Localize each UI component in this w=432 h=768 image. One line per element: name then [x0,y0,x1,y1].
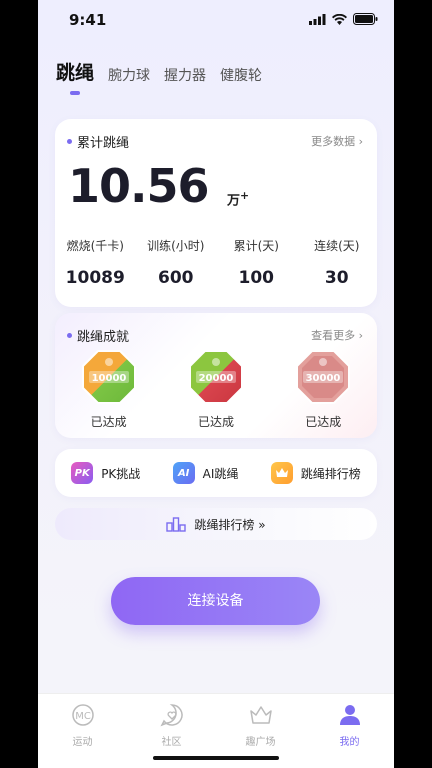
active-tab-indicator [70,91,80,95]
ranking-button[interactable]: 跳绳排行榜 [270,462,361,484]
community-icon [159,704,183,727]
stat-value: 100 [238,268,275,288]
badge-10000[interactable]: 10000 已达成 [64,349,154,430]
badge-status: 已达成 [90,415,127,429]
total-unit-text: 万 [227,193,241,209]
feature-row: PK PK挑战 AI AI跳绳 跳绳排行榜 [55,449,377,497]
svg-text:MC: MC [75,711,91,722]
connect-device-button[interactable]: 连接设备 [111,577,320,625]
ranking-banner-label: 跳绳排行榜 » [194,517,266,532]
ai-icon: AI [172,462,195,484]
badge-status: 已达成 [197,415,234,429]
summary-title: 累计跳绳 [67,132,129,151]
stat-total-days: 累计(天) 100 [216,237,297,288]
stats-row: 燃烧(千卡) 10089 训练(小时) 600 累计(天) 100 连续(天) … [55,237,377,288]
profile-icon [339,705,360,725]
nav-profile[interactable]: 我的 [305,694,394,768]
badge-list: 10000 已达成 20000 已达成 30000 已达成 [55,349,377,430]
more-data-label: 更多数据 [311,135,356,148]
tab-grip[interactable]: 握力器 [164,65,206,85]
battery-icon [353,13,378,25]
ranking-banner[interactable]: 跳绳排行榜 » [55,508,377,540]
achievements-title: 跳绳成就 [67,326,129,345]
stat-value: 30 [324,268,349,288]
badge-number: 20000 [199,373,234,384]
badge-status: 已达成 [305,415,342,429]
achievements-title-text: 跳绳成就 [77,330,130,345]
nav-community-label: 社区 [161,737,182,748]
category-tabs: 跳绳 腕力球 握力器 健腹轮 [56,58,262,85]
stat-value: 600 [158,268,194,288]
chevron-right-icon: › [358,329,363,342]
title-dot [67,333,72,338]
podium-icon [166,517,187,532]
stat-calories: 燃烧(千卡) 10089 [55,237,136,288]
home-indicator[interactable] [153,756,279,760]
app-screen: 9:41 跳绳 腕力球 握力器 健腹轮 累计跳绳 更多数据 › 10.56 万+… [38,0,394,768]
view-more-label: 查看更多 [311,329,356,342]
tab-jump-rope[interactable]: 跳绳 [56,58,94,85]
status-bar: 9:41 [38,0,394,40]
tab-wrist-ball[interactable]: 腕力球 [108,65,150,85]
achievements-card: 跳绳成就 查看更多 › 10000 已达成 20000 已达成 30000 已达… [55,313,377,438]
badge-number: 30000 [306,373,341,384]
stat-label: 累计(天) [233,239,279,253]
nav-sport-label: 运动 [72,737,93,748]
signal-icon [309,13,326,25]
title-dot [67,139,72,144]
status-icons [309,13,378,25]
stat-label: 训练(小时) [147,239,205,253]
octagon-medal-icon: 10000 [81,350,136,404]
tab-ab-wheel[interactable]: 健腹轮 [220,65,262,85]
crown-icon [270,462,293,484]
nav-profile-label: 我的 [339,737,360,748]
ai-jump-button[interactable]: AI AI跳绳 [172,462,239,484]
status-time: 9:41 [69,11,107,29]
plaza-icon [249,706,272,724]
nav-sport[interactable]: MC 运动 [38,694,127,768]
stat-label: 连续(天) [314,239,360,253]
octagon-medal-icon: 30000 [296,350,351,404]
pk-challenge-button[interactable]: PK PK挑战 [71,462,140,484]
pk-challenge-label: PK挑战 [101,466,141,481]
octagon-medal-icon: 20000 [188,350,243,404]
ranking-label: 跳绳排行榜 [300,466,361,481]
pk-icon: PK [71,462,94,484]
nav-plaza-label: 趣广场 [245,737,276,748]
total-count: 10.56 [68,159,210,213]
badge-number: 10000 [91,373,126,384]
more-data-link[interactable]: 更多数据 › [311,133,363,149]
summary-card: 累计跳绳 更多数据 › 10.56 万+ 燃烧(千卡) 10089 训练(小时)… [55,119,377,307]
badge-30000[interactable]: 30000 已达成 [278,349,368,430]
stat-label: 燃烧(千卡) [66,239,124,253]
ai-jump-label: AI跳绳 [202,466,239,481]
stat-streak-days: 连续(天) 30 [297,237,378,288]
wifi-icon [332,13,347,25]
badge-20000[interactable]: 20000 已达成 [171,349,261,430]
stat-hours: 训练(小时) 600 [136,237,217,288]
total-unit: 万+ [227,189,249,208]
sport-icon: MC [71,704,94,726]
view-more-link[interactable]: 查看更多 › [311,327,363,343]
chevron-right-icon: › [358,135,363,148]
summary-title-text: 累计跳绳 [77,136,130,151]
plus-mark: + [240,189,250,202]
stat-value: 10089 [65,268,125,288]
